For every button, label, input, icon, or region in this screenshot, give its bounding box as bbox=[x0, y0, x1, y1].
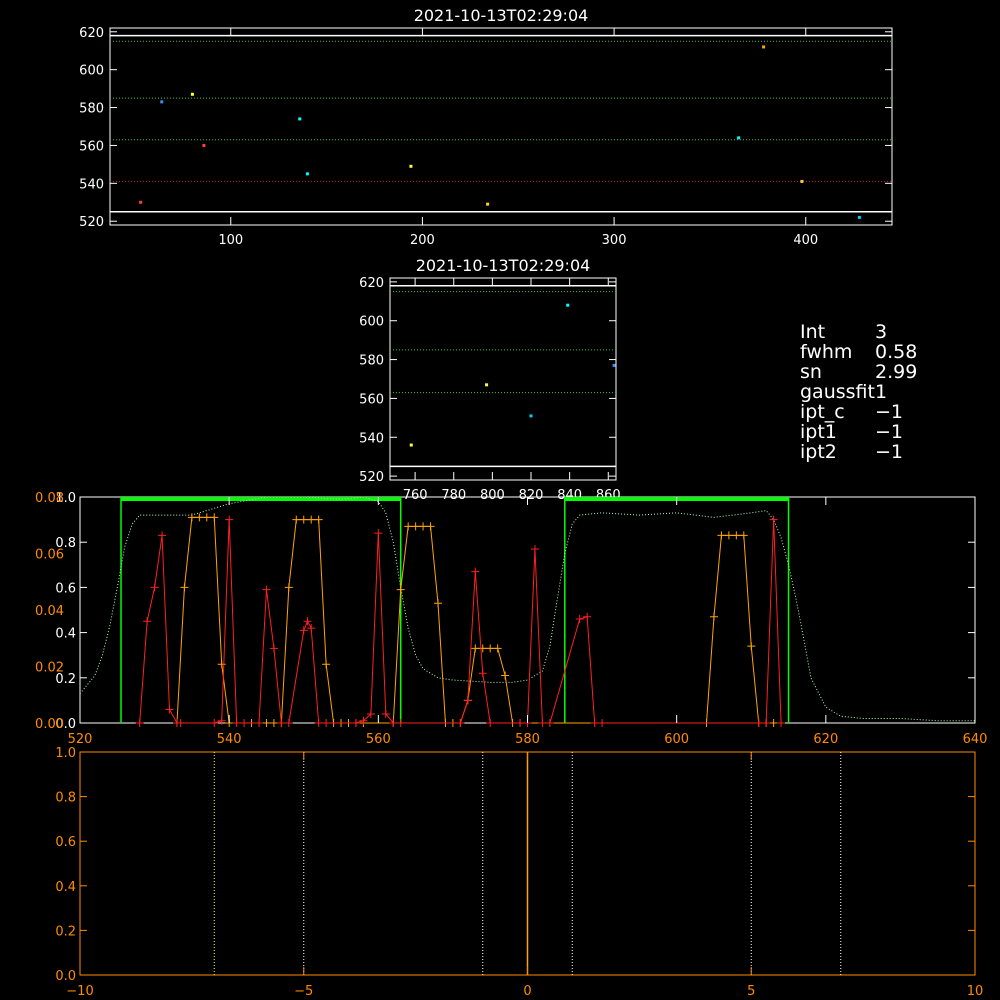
x-tick-label: 800 bbox=[480, 488, 505, 503]
y-tick-label: 540 bbox=[359, 431, 384, 446]
x-tick-label: 820 bbox=[519, 488, 544, 503]
info-row-int: Int 3 bbox=[800, 321, 888, 343]
x-tick-label: 520 bbox=[68, 732, 93, 747]
y-tick-label: 580 bbox=[79, 102, 104, 117]
info-row-ipt2: ipt2 −1 bbox=[800, 441, 904, 463]
x-tick-label: 5 bbox=[747, 984, 755, 999]
y-tick-label: 560 bbox=[359, 392, 384, 407]
y2-tick-label: 0.06 bbox=[35, 548, 64, 563]
data-point bbox=[612, 363, 616, 367]
data-point bbox=[139, 200, 143, 204]
y-tick-label: 600 bbox=[359, 315, 384, 330]
x-tick-label: 540 bbox=[217, 732, 242, 747]
info-row-fwhm: fwhm 0.58 bbox=[800, 341, 918, 363]
data-point bbox=[305, 172, 309, 176]
y2-tick-label: 0.08 bbox=[35, 491, 64, 506]
data-point bbox=[737, 136, 741, 140]
y-tick-label: 0.4 bbox=[55, 880, 76, 895]
data-point bbox=[298, 117, 302, 121]
y-tick-label: 520 bbox=[359, 470, 384, 485]
y2-tick-label: 0.00 bbox=[35, 717, 64, 732]
data-point bbox=[857, 215, 861, 219]
x-tick-label: 780 bbox=[441, 488, 466, 503]
info-row-ipt1: ipt1 −1 bbox=[800, 421, 904, 443]
data-point bbox=[190, 92, 194, 96]
data-point bbox=[566, 303, 570, 307]
info-row-gaussfit: gaussfit1 bbox=[800, 381, 888, 403]
x-tick-label: −10 bbox=[66, 984, 93, 999]
x-tick-label: 560 bbox=[366, 732, 391, 747]
y-tick-label: 580 bbox=[359, 354, 384, 369]
y-tick-label: 0.0 bbox=[55, 969, 76, 984]
data-point bbox=[485, 383, 489, 387]
info-row-sn: sn 2.99 bbox=[800, 361, 918, 383]
data-point bbox=[409, 443, 413, 447]
x-tick-label: −5 bbox=[294, 984, 313, 999]
data-point bbox=[800, 179, 804, 183]
y-tick-label: 1.0 bbox=[55, 746, 76, 761]
y-tick-label: 0.8 bbox=[55, 791, 76, 806]
x-tick-label: 600 bbox=[664, 732, 689, 747]
y-tick-label: 540 bbox=[79, 177, 104, 192]
y-tick-label: 520 bbox=[79, 215, 104, 230]
data-point bbox=[160, 100, 164, 104]
y-tick-label: 0.4 bbox=[55, 627, 76, 642]
chart-bottom bbox=[79, 751, 976, 976]
data-point bbox=[409, 164, 413, 168]
data-point bbox=[529, 414, 533, 418]
y-tick-label: 620 bbox=[79, 26, 104, 41]
data-point bbox=[762, 45, 766, 49]
x-tick-label: 620 bbox=[813, 732, 838, 747]
info-panel: Int 3 fwhm 0.58 sn 2.99 gaussfit1 ipt_c −1 i… bbox=[800, 322, 917, 462]
y-tick-label: 0.6 bbox=[55, 835, 76, 850]
data-point bbox=[202, 143, 206, 147]
x-tick-label: 300 bbox=[602, 233, 627, 248]
x-tick-label: 0 bbox=[523, 984, 531, 999]
y-tick-label: 0.2 bbox=[55, 924, 76, 939]
chart-title: 2021-10-13T02:29:04 bbox=[414, 6, 589, 25]
x-tick-label: 200 bbox=[410, 233, 435, 248]
y-tick-label: 0.6 bbox=[55, 581, 76, 596]
x-tick-label: 640 bbox=[963, 732, 988, 747]
y-tick-label: 560 bbox=[79, 139, 104, 154]
chart-title: 2021-10-13T02:29:04 bbox=[416, 256, 591, 275]
x-tick-label: 400 bbox=[793, 233, 818, 248]
x-tick-label: 100 bbox=[218, 233, 243, 248]
x-tick-label: 580 bbox=[515, 732, 540, 747]
y2-tick-label: 0.02 bbox=[35, 661, 64, 676]
x-tick-label: 10 bbox=[967, 984, 984, 999]
x-tick-label: 760 bbox=[403, 488, 428, 503]
y-tick-label: 600 bbox=[79, 64, 104, 79]
y2-tick-label: 0.04 bbox=[35, 604, 64, 619]
data-point bbox=[486, 202, 490, 206]
figure-canvas: 520540560580600620100 200 300 4002021-10-13… bbox=[0, 0, 1000, 1000]
info-row-ipt-c: ipt_c −1 bbox=[800, 401, 904, 423]
y-tick-label: 620 bbox=[359, 276, 384, 291]
